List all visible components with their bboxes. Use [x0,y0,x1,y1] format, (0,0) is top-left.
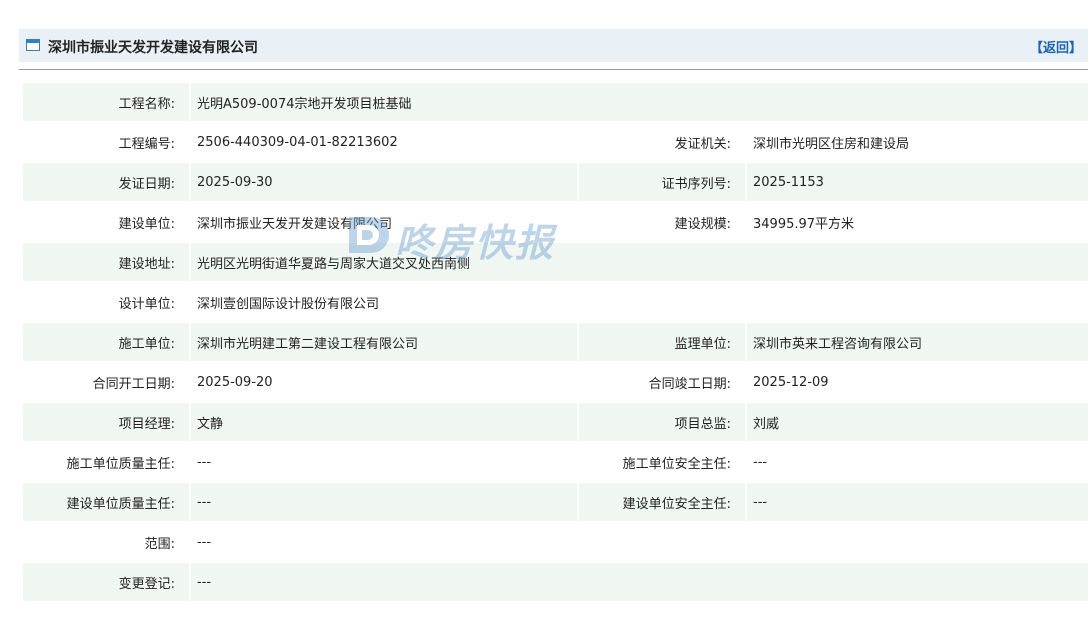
table-row: 发证日期: 2025-09-30 证书序列号: 2025-1153 [23,163,1089,201]
project-info-table: 工程名称: 光明A509-0074宗地开发项目桩基础 工程编号: 2506-44… [21,81,1089,603]
back-link[interactable]: 【返回】 [1030,37,1082,56]
field-label: 发证机关: [579,123,745,161]
field-label: 项目经理: [23,403,189,441]
field-label: 设计单位: [23,283,189,321]
table-row: 项目经理: 文静 项目总监: 刘威 [23,403,1089,441]
field-label: 建设单位质量主任: [23,483,189,521]
field-value: --- [747,483,1089,521]
table-row: 施工单位: 深圳市光明建工第二建设工程有限公司 监理单位: 深圳市英来工程咨询有… [23,323,1089,361]
field-value: 光明A509-0074宗地开发项目桩基础 [191,83,1089,121]
table-row: 建设单位: 深圳市振业天发开发建设有限公司 建设规模: 34995.97平方米 [23,203,1089,241]
table-row: 工程编号: 2506-440309-04-01-82213602 发证机关: 深… [23,123,1089,161]
header-divider [19,69,1088,70]
field-label: 变更登记: [23,563,189,601]
field-label: 监理单位: [579,323,745,361]
field-label: 工程编号: [23,123,189,161]
field-label: 施工单位质量主任: [23,443,189,481]
field-value: --- [191,523,1089,561]
table-row: 施工单位质量主任: --- 施工单位安全主任: --- [23,443,1089,481]
field-label: 合同竣工日期: [579,363,745,401]
field-value: 深圳市振业天发开发建设有限公司 [191,203,577,241]
field-value: --- [747,443,1089,481]
field-label: 建设单位安全主任: [579,483,745,521]
field-value: --- [191,483,577,521]
field-value: 光明区光明街道华夏路与周家大道交叉处西南侧 [191,243,1089,281]
field-value: 文静 [191,403,577,441]
field-label: 施工单位安全主任: [579,443,745,481]
field-value: 2025-09-30 [191,163,577,201]
table-row: 范围: --- [23,523,1089,561]
page-title: 深圳市振业天发开发建设有限公司 [48,40,258,56]
field-value: 34995.97平方米 [747,203,1089,241]
field-value: 深圳市英来工程咨询有限公司 [747,323,1089,361]
field-label: 项目总监: [579,403,745,441]
window-icon [26,39,40,51]
field-value: 2025-09-20 [191,363,577,401]
field-value: 刘威 [747,403,1089,441]
field-label: 合同开工日期: [23,363,189,401]
field-label: 建设规模: [579,203,745,241]
table-row: 变更登记: --- [23,563,1089,601]
field-value: 深圳壹创国际设计股份有限公司 [191,283,1089,321]
field-label: 建设地址: [23,243,189,281]
field-value: 深圳市光明区住房和建设局 [747,123,1089,161]
field-label: 证书序列号: [579,163,745,201]
field-label: 建设单位: [23,203,189,241]
table-row: 设计单位: 深圳壹创国际设计股份有限公司 [23,283,1089,321]
field-value: --- [191,443,577,481]
field-label: 工程名称: [23,83,189,121]
table-row: 合同开工日期: 2025-09-20 合同竣工日期: 2025-12-09 [23,363,1089,401]
field-label: 施工单位: [23,323,189,361]
field-label: 发证日期: [23,163,189,201]
field-value: --- [191,563,1089,601]
field-label: 范围: [23,523,189,561]
table-row: 建设单位质量主任: --- 建设单位安全主任: --- [23,483,1089,521]
field-value: 2025-12-09 [747,363,1089,401]
field-value: 深圳市光明建工第二建设工程有限公司 [191,323,577,361]
field-value: 2025-1153 [747,163,1089,201]
table-row: 工程名称: 光明A509-0074宗地开发项目桩基础 [23,83,1089,121]
page-header: 深圳市振业天发开发建设有限公司 【返回】 [19,29,1088,62]
field-value: 2506-440309-04-01-82213602 [191,123,577,161]
table-row: 建设地址: 光明区光明街道华夏路与周家大道交叉处西南侧 [23,243,1089,281]
